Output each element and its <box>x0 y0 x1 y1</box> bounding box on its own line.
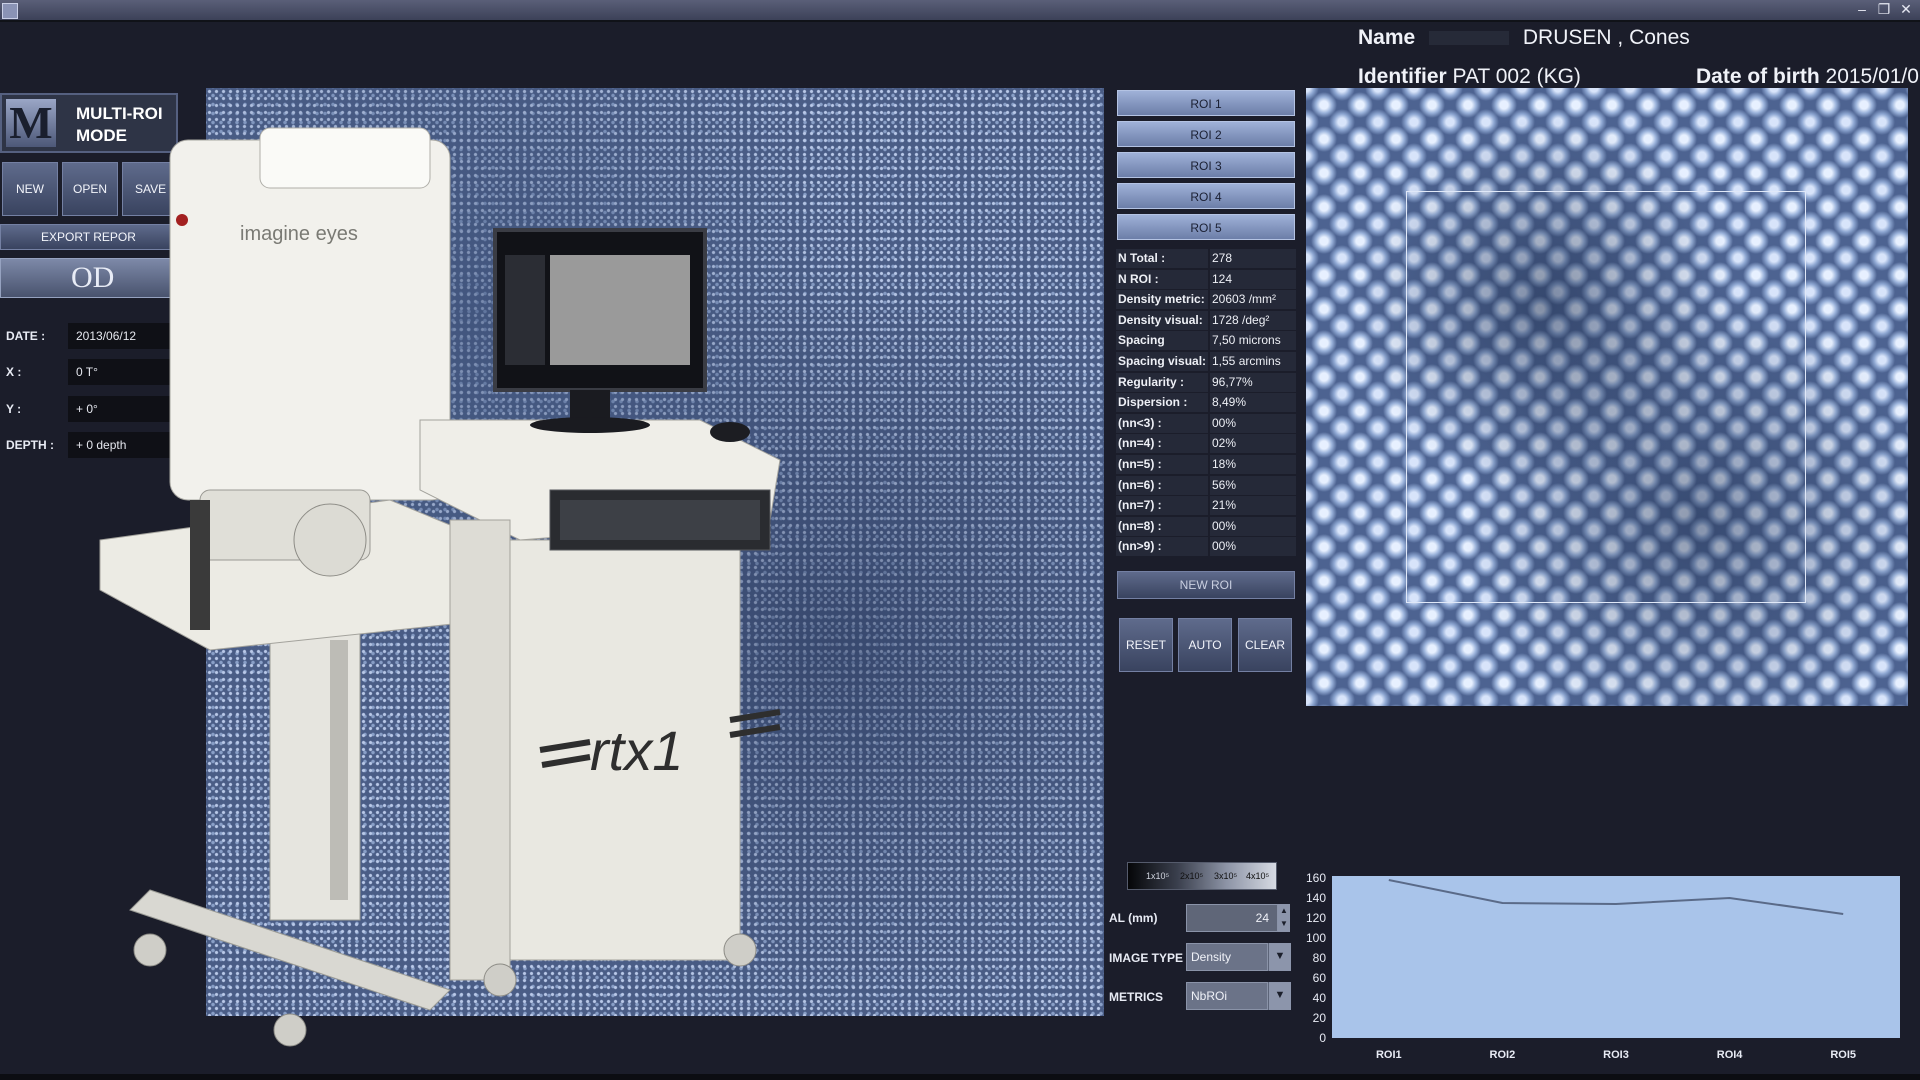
stat-value: 8,49% <box>1210 393 1296 412</box>
stat-label: (nn=7) : <box>1116 496 1208 515</box>
stat-value: 20603 /mm² <box>1210 290 1296 309</box>
y-tick-label: 140 <box>1306 891 1326 905</box>
roi-1-button[interactable]: ROI 1 <box>1117 90 1295 116</box>
stat-value: 18% <box>1210 455 1296 474</box>
al-input[interactable]: 24 <box>1186 904 1278 932</box>
device-photo: imagine eyes rtx1 <box>99 127 781 1047</box>
x-tick-label: ROI4 <box>1717 1049 1744 1061</box>
density-colorbar: 1x10⁵ 2x10⁵ 3x10⁵ 4x10⁵ <box>1127 862 1277 890</box>
title-divider <box>0 20 1920 22</box>
stat-value: 1,55 arcmins <box>1210 352 1296 371</box>
date-label: DATE : <box>6 329 46 343</box>
stat-value: 02% <box>1210 434 1296 453</box>
patient-name: Name DRUSEN , Cones <box>1358 26 1690 50</box>
stat-value: 00% <box>1210 517 1296 536</box>
stat-label: Dispersion : <box>1116 393 1208 412</box>
y-tick-label: 60 <box>1313 971 1327 985</box>
image-type-label: IMAGE TYPE <box>1109 951 1184 965</box>
redacted-name-bar <box>1429 31 1510 46</box>
stat-label: Regularity : <box>1116 373 1208 392</box>
stat-label: (nn=6) : <box>1116 476 1208 495</box>
roi-2-button[interactable]: ROI 2 <box>1117 121 1295 147</box>
new-roi-button[interactable]: NEW ROI <box>1117 571 1295 599</box>
roi-density-chart: 0 20 40 60 80 100 120 140 160 ROI1 ROI2 ROI3 ROI4 ROI… <box>1306 871 1900 1061</box>
colorbar-tick: 3x10⁵ <box>1214 871 1238 881</box>
chevron-down-icon[interactable]: ▼ <box>1268 943 1291 971</box>
minimize-icon[interactable]: – <box>1853 1 1871 17</box>
y-label: Y : <box>6 402 22 416</box>
patient-identifier: Identifier PAT 002 (KG) <box>1358 65 1581 89</box>
identifier-label: Identifier <box>1358 65 1447 88</box>
image-type-select[interactable]: Density <box>1186 943 1268 971</box>
dob-label: Date of birth <box>1696 65 1820 88</box>
roi-4-button[interactable]: ROI 4 <box>1117 183 1295 209</box>
depth-label: DEPTH : <box>6 438 54 452</box>
stat-value: 278 <box>1210 249 1296 268</box>
stat-label: (nn>9) : <box>1116 537 1208 556</box>
clear-button[interactable]: CLEAR <box>1238 618 1292 672</box>
y-tick-label: 20 <box>1313 1011 1327 1025</box>
y-tick-label: 160 <box>1306 871 1326 885</box>
stat-label: (nn=4) : <box>1116 434 1208 453</box>
stat-label: Density visual: <box>1116 311 1208 330</box>
stat-value: 96,77% <box>1210 373 1296 392</box>
stat-label: N Total : <box>1116 249 1208 268</box>
roi-3-button[interactable]: ROI 3 <box>1117 152 1295 178</box>
stat-label: Spacing metric: <box>1116 331 1208 366</box>
stat-label: Spacing visual: <box>1116 352 1208 371</box>
x-tick-label: ROI3 <box>1603 1049 1629 1061</box>
stat-label: (nn=5) : <box>1116 455 1208 474</box>
window-title-bar: – ❐ ✕ <box>0 0 1920 20</box>
stat-value: 21% <box>1210 496 1296 515</box>
y-tick-label: 40 <box>1313 991 1327 1005</box>
x-label: X : <box>6 365 22 379</box>
roi-5-button[interactable]: ROI 5 <box>1117 214 1295 240</box>
x-tick-label: ROI2 <box>1490 1049 1516 1061</box>
close-icon[interactable]: ✕ <box>1897 1 1915 17</box>
y-tick-label: 120 <box>1306 911 1326 925</box>
stat-label: Density metric: <box>1116 290 1208 309</box>
product-label: rtx1 <box>590 719 683 782</box>
roi-rectangle[interactable] <box>1406 191 1806 603</box>
name-label: Name <box>1358 26 1416 49</box>
stat-value: 7,50 microns <box>1210 331 1296 350</box>
colorbar-tick: 2x10⁵ <box>1180 871 1204 881</box>
stat-value: 56% <box>1210 476 1296 495</box>
dob-value: 2015/01/01 <box>1825 65 1920 88</box>
stat-label: (nn=8) : <box>1116 517 1208 536</box>
stat-value: 00% <box>1210 414 1296 433</box>
mode-icon: M <box>6 99 56 147</box>
stat-value: 124 <box>1210 270 1296 289</box>
x-tick-label: ROI1 <box>1376 1049 1402 1061</box>
stat-value: 1728 /deg² <box>1210 311 1296 330</box>
y-tick-label: 100 <box>1306 931 1326 945</box>
colorbar-tick: 4x10⁵ <box>1246 871 1270 881</box>
name-value: DRUSEN , Cones <box>1522 26 1690 49</box>
stat-label: N ROI : <box>1116 270 1208 289</box>
x-tick-label: ROI5 <box>1830 1049 1856 1061</box>
y-tick-label: 80 <box>1313 951 1327 965</box>
stat-value: 00% <box>1210 537 1296 556</box>
identifier-value: PAT 002 (KG) <box>1452 65 1581 88</box>
colorbar-tick: 1x10⁵ <box>1146 871 1170 881</box>
stat-label: (nn<3) : <box>1116 414 1208 433</box>
app-icon <box>2 3 18 19</box>
chevron-down-icon[interactable]: ▼ <box>1268 982 1291 1010</box>
brand-label: imagine eyes <box>240 223 358 245</box>
metrics-label: METRICS <box>1109 990 1163 1004</box>
al-label: AL (mm) <box>1109 911 1158 925</box>
new-button[interactable]: NEW <box>2 162 58 216</box>
metrics-select[interactable]: NbROi <box>1186 982 1268 1010</box>
status-strip <box>0 1074 1920 1080</box>
auto-button[interactable]: AUTO <box>1178 618 1232 672</box>
y-tick-label: 0 <box>1319 1031 1326 1045</box>
plot-area <box>1332 876 1900 1038</box>
al-stepper[interactable]: ▲ ▼ <box>1278 904 1290 932</box>
reset-button[interactable]: RESET <box>1119 618 1173 672</box>
patient-dob: Date of birth 2015/01/01 <box>1696 65 1920 89</box>
restore-icon[interactable]: ❐ <box>1875 1 1893 17</box>
